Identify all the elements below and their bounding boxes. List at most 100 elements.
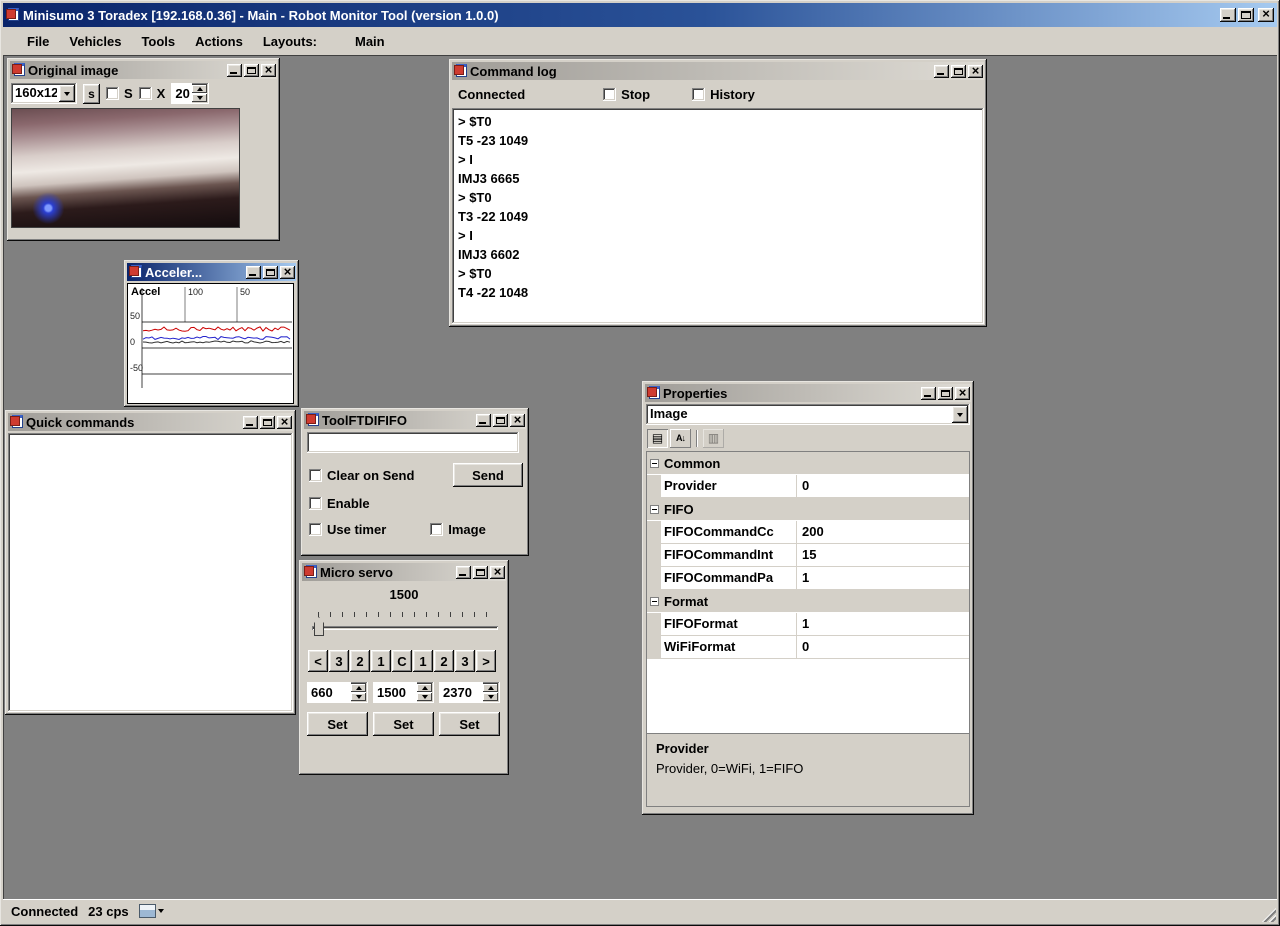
- accelerometer-titlebar[interactable]: Acceler...: [127, 263, 296, 281]
- property-category-format[interactable]: Format: [647, 590, 969, 613]
- micro-servo-titlebar[interactable]: Micro servo: [302, 563, 506, 581]
- servo-mid-input[interactable]: [373, 682, 417, 703]
- minimize-button[interactable]: [456, 566, 471, 579]
- toolftdififo-titlebar[interactable]: ToolFTDIFIFO: [304, 411, 526, 429]
- property-row-fifocommandint[interactable]: FIFOCommandInt15: [647, 544, 969, 567]
- property-value[interactable]: 0: [797, 636, 969, 658]
- minimize-button[interactable]: [246, 266, 261, 279]
- servo-button-8->[interactable]: >: [476, 650, 496, 672]
- servo-min-input[interactable]: [307, 682, 351, 703]
- main-titlebar[interactable]: Minisumo 3 Toradex [192.168.0.36] - Main…: [3, 3, 1277, 27]
- send-button[interactable]: Send: [453, 463, 523, 487]
- servo-button-0-<[interactable]: <: [308, 650, 328, 672]
- close-button[interactable]: [955, 387, 970, 400]
- spin-up-icon[interactable]: [192, 85, 207, 93]
- servo-button-3-1[interactable]: 1: [371, 650, 391, 672]
- property-category-fifo[interactable]: FIFO: [647, 498, 969, 521]
- enable-checkbox[interactable]: [309, 497, 322, 510]
- image-checkbox[interactable]: [430, 523, 443, 536]
- close-button[interactable]: [490, 566, 505, 579]
- use-timer-checkbox[interactable]: [309, 523, 322, 536]
- menu-actions[interactable]: Actions: [185, 31, 253, 52]
- set-max-button[interactable]: Set: [439, 712, 500, 736]
- menu-layouts[interactable]: Layouts:: [253, 31, 327, 52]
- close-button[interactable]: [968, 65, 983, 78]
- maximize-button[interactable]: [244, 64, 259, 77]
- menu-file[interactable]: File: [17, 31, 59, 52]
- property-row-fifoformat[interactable]: FIFOFormat1: [647, 613, 969, 636]
- property-value[interactable]: 200: [797, 521, 969, 543]
- command-log-text[interactable]: > $T0T5 -23 1049> IIMJ3 6665> $T0T3 -22 …: [452, 108, 984, 324]
- command-log-titlebar[interactable]: Command log: [452, 62, 984, 80]
- spin-down-icon[interactable]: [351, 693, 366, 701]
- alphabetical-button[interactable]: [670, 429, 691, 448]
- property-pages-button[interactable]: [703, 429, 724, 448]
- property-row-fifocommandcc[interactable]: FIFOCommandCc200: [647, 521, 969, 544]
- close-button[interactable]: [1258, 8, 1274, 22]
- number-input[interactable]: [171, 83, 192, 104]
- property-category-common[interactable]: Common: [647, 452, 969, 475]
- maximize-button[interactable]: [263, 266, 278, 279]
- property-row-provider[interactable]: Provider0: [647, 475, 969, 498]
- spin-down-icon[interactable]: [192, 94, 207, 102]
- maximize-button[interactable]: [493, 414, 508, 427]
- maximize-button[interactable]: [1238, 8, 1254, 22]
- spin-up-icon[interactable]: [483, 684, 498, 692]
- quick-commands-titlebar[interactable]: Quick commands: [8, 413, 293, 431]
- minimize-button[interactable]: [1220, 8, 1236, 22]
- properties-titlebar[interactable]: Properties: [645, 384, 971, 402]
- collapse-icon[interactable]: [650, 597, 659, 606]
- servo-button-6-2[interactable]: 2: [434, 650, 454, 672]
- servo-button-2-2[interactable]: 2: [350, 650, 370, 672]
- collapse-icon[interactable]: [650, 459, 659, 468]
- servo-slider[interactable]: [312, 610, 498, 640]
- property-object-select[interactable]: Image: [646, 404, 970, 425]
- maximize-button[interactable]: [260, 416, 275, 429]
- combo-arrow-icon[interactable]: [59, 85, 75, 102]
- spin-up-icon[interactable]: [351, 684, 366, 692]
- combo-arrow-icon[interactable]: [952, 406, 968, 423]
- close-button[interactable]: [280, 266, 295, 279]
- spin-down-icon[interactable]: [417, 693, 432, 701]
- spin-down-icon[interactable]: [483, 693, 498, 701]
- menu-main[interactable]: Main: [345, 31, 395, 52]
- slider-groove[interactable]: [312, 626, 498, 630]
- set-mid-button[interactable]: Set: [373, 712, 434, 736]
- minimize-button[interactable]: [934, 65, 949, 78]
- close-button[interactable]: [261, 64, 276, 77]
- categorized-button[interactable]: [647, 429, 668, 448]
- slider-thumb[interactable]: [314, 617, 324, 636]
- x-checkbox[interactable]: [139, 87, 152, 100]
- quick-commands-list[interactable]: [8, 433, 293, 712]
- property-value[interactable]: 1: [797, 613, 969, 635]
- menu-tools[interactable]: Tools: [131, 31, 185, 52]
- close-button[interactable]: [277, 416, 292, 429]
- servo-button-7-3[interactable]: 3: [455, 650, 475, 672]
- minimize-button[interactable]: [243, 416, 258, 429]
- spin-up-icon[interactable]: [417, 684, 432, 692]
- minimize-button[interactable]: [476, 414, 491, 427]
- property-row-fifocommandpa[interactable]: FIFOCommandPa1: [647, 567, 969, 590]
- property-value[interactable]: 1: [797, 567, 969, 589]
- servo-button-1-3[interactable]: 3: [329, 650, 349, 672]
- servo-max-input[interactable]: [439, 682, 483, 703]
- resolution-select[interactable]: 160x120: [11, 83, 77, 104]
- property-row-wififormat[interactable]: WiFiFormat0: [647, 636, 969, 659]
- status-dropdown-icon[interactable]: [158, 909, 164, 913]
- minimize-button[interactable]: [227, 64, 242, 77]
- clear-on-send-checkbox[interactable]: [309, 469, 322, 482]
- maximize-button[interactable]: [473, 566, 488, 579]
- layout-icon[interactable]: [139, 904, 156, 918]
- set-min-button[interactable]: Set: [307, 712, 368, 736]
- minimize-button[interactable]: [921, 387, 936, 400]
- servo-button-5-1[interactable]: 1: [413, 650, 433, 672]
- servo-button-4-C[interactable]: C: [392, 650, 412, 672]
- s-button[interactable]: s: [83, 84, 100, 104]
- resize-grip[interactable]: [1262, 908, 1276, 922]
- close-button[interactable]: [510, 414, 525, 427]
- history-checkbox[interactable]: [692, 88, 705, 101]
- command-input[interactable]: [307, 432, 519, 453]
- collapse-icon[interactable]: [650, 505, 659, 514]
- property-value[interactable]: 15: [797, 544, 969, 566]
- menu-vehicles[interactable]: Vehicles: [59, 31, 131, 52]
